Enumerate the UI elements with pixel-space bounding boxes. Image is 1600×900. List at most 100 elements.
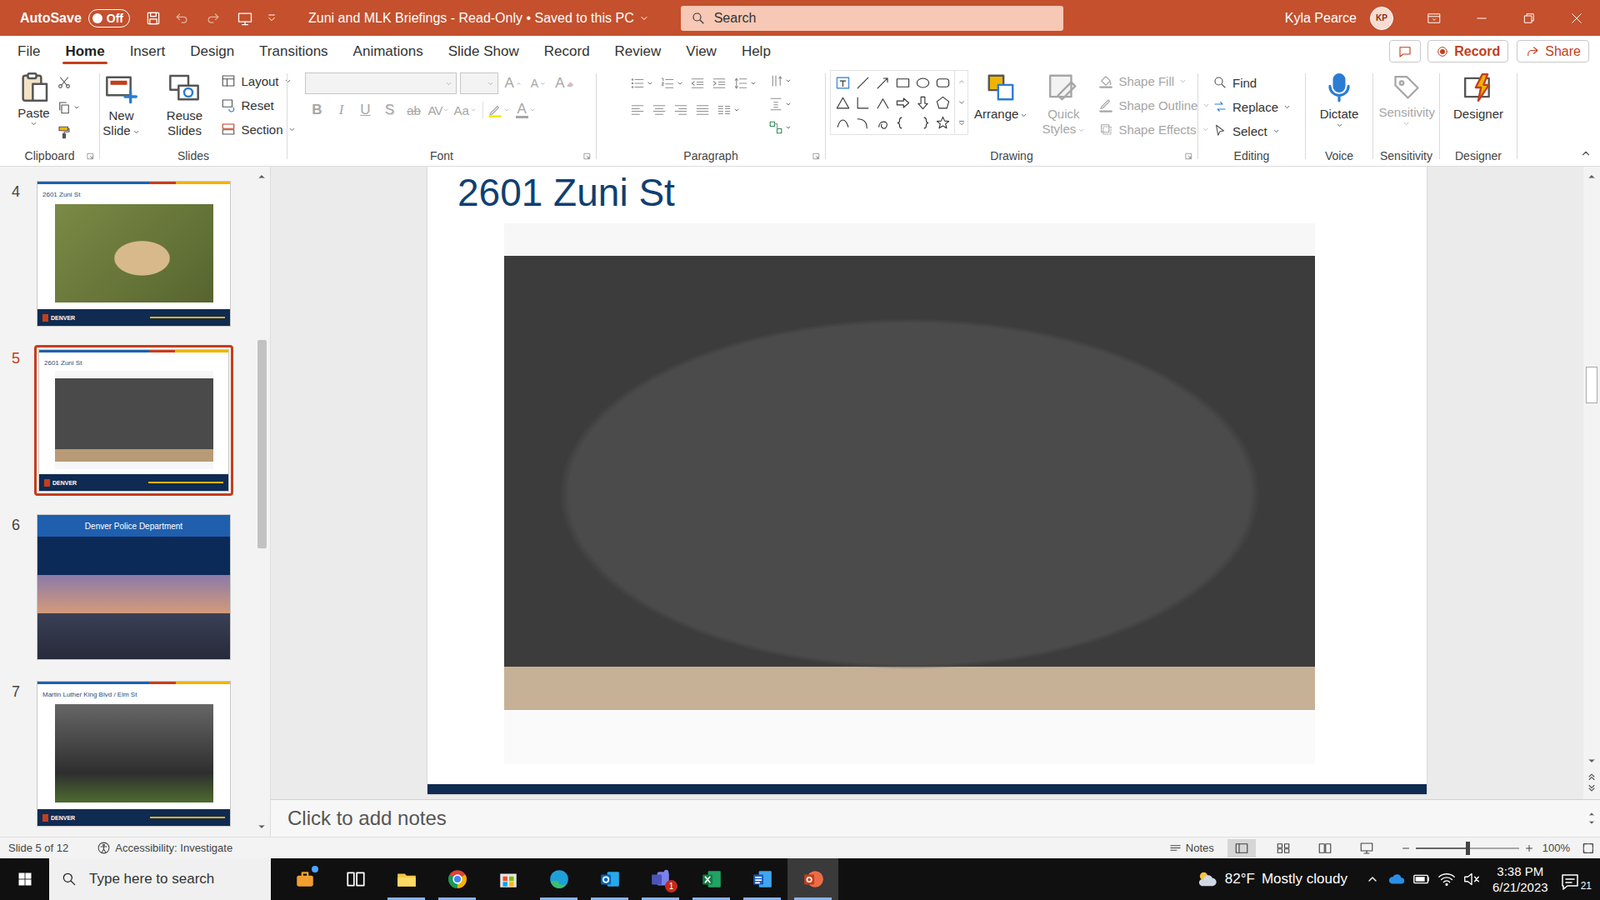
restore-button[interactable] bbox=[1505, 0, 1553, 36]
taskbar-app[interactable] bbox=[482, 858, 534, 900]
close-button[interactable] bbox=[1552, 0, 1600, 36]
taskbar-app[interactable] bbox=[685, 858, 737, 900]
undo-button[interactable] bbox=[173, 10, 190, 27]
shape-item[interactable] bbox=[912, 92, 933, 113]
align-left-button[interactable] bbox=[627, 99, 648, 121]
search-box[interactable] bbox=[680, 5, 1064, 31]
highlight-button[interactable] bbox=[487, 99, 510, 121]
reset-button[interactable]: Reset bbox=[220, 94, 295, 116]
shape-item[interactable] bbox=[832, 92, 853, 113]
shape-item[interactable] bbox=[892, 112, 913, 133]
thumbnail-scrollbar[interactable] bbox=[253, 166, 270, 837]
dictate-button[interactable]: Dictate bbox=[1317, 70, 1362, 131]
redo-button[interactable] bbox=[205, 10, 222, 27]
notification-center[interactable]: 21 bbox=[1560, 866, 1592, 892]
ribbon-tab[interactable]: Slide Show bbox=[435, 35, 532, 67]
font-size-box[interactable] bbox=[460, 72, 499, 95]
increase-indent-button[interactable] bbox=[709, 72, 730, 95]
shape-outline-button[interactable]: Shape Outline bbox=[1098, 94, 1210, 116]
zoom-slider[interactable] bbox=[1415, 847, 1520, 850]
notes-field[interactable]: Click to add notes bbox=[270, 806, 1584, 830]
designer-button[interactable]: Designer bbox=[1450, 70, 1506, 124]
view-button[interactable] bbox=[1269, 839, 1298, 858]
font-style-button[interactable]: I bbox=[329, 99, 353, 121]
font-style-button[interactable]: B bbox=[305, 99, 329, 121]
minimize-button[interactable] bbox=[1457, 0, 1505, 36]
shape-item[interactable] bbox=[932, 112, 953, 133]
shape-item[interactable] bbox=[852, 112, 873, 133]
shape-item[interactable] bbox=[912, 112, 933, 133]
shape-item[interactable] bbox=[932, 72, 953, 93]
arrange-button[interactable]: Arrange bbox=[971, 70, 1030, 124]
ribbon-tab[interactable]: Home bbox=[52, 35, 117, 67]
new-slide-button[interactable]: New Slide bbox=[90, 70, 151, 140]
font-style-button[interactable]: U bbox=[353, 99, 377, 121]
previous-slide-button[interactable] bbox=[1585, 770, 1598, 783]
zoom-level[interactable]: 100% bbox=[1542, 841, 1570, 855]
slide-title[interactable]: 2601 Zuni St bbox=[457, 170, 675, 215]
dialog-launcher[interactable] bbox=[85, 151, 95, 161]
shape-item[interactable] bbox=[892, 92, 913, 113]
paste-button[interactable]: Paste bbox=[17, 70, 51, 128]
taskbar-app[interactable] bbox=[736, 858, 788, 900]
bullets-button[interactable] bbox=[627, 72, 656, 95]
justify-button[interactable] bbox=[692, 99, 713, 121]
taskbar-app[interactable] bbox=[584, 858, 635, 900]
ribbon-tab[interactable]: Record bbox=[531, 35, 603, 67]
avatar[interactable]: KP bbox=[1370, 6, 1394, 30]
numbering-button[interactable] bbox=[657, 72, 686, 95]
taskbar-app[interactable] bbox=[380, 858, 432, 900]
slide-thumbnail[interactable]: Denver Police Department bbox=[34, 511, 234, 663]
shape-item[interactable] bbox=[852, 72, 873, 93]
slide-scrollbar[interactable] bbox=[1583, 166, 1600, 800]
shape-item[interactable] bbox=[852, 92, 873, 113]
line-spacing-button[interactable] bbox=[730, 72, 760, 95]
gallery-down[interactable] bbox=[955, 91, 968, 113]
ribbon-tab[interactable]: Design bbox=[177, 35, 247, 67]
shape-item[interactable] bbox=[832, 72, 853, 93]
comments-button[interactable] bbox=[1389, 40, 1421, 63]
clock[interactable]: 3:38 PM6/21/2023 bbox=[1492, 863, 1549, 895]
start-button[interactable] bbox=[0, 858, 50, 900]
taskbar-app[interactable] bbox=[431, 858, 483, 900]
accessibility-button[interactable]: Accessibility: Investigate bbox=[96, 840, 233, 855]
cut-button[interactable] bbox=[54, 71, 83, 94]
taskbar-app[interactable] bbox=[787, 858, 839, 900]
ribbon-tab[interactable]: Insert bbox=[117, 35, 179, 67]
dialog-launcher[interactable] bbox=[1184, 151, 1194, 161]
collapse-ribbon-button[interactable] bbox=[1580, 147, 1600, 166]
align-right-button[interactable] bbox=[670, 99, 691, 121]
taskbar-app[interactable] bbox=[279, 858, 330, 900]
taskbar-search-input[interactable] bbox=[87, 870, 260, 889]
shape-item[interactable] bbox=[872, 92, 893, 113]
slide-thumbnail[interactable]: 2601 Zuni StDENVER bbox=[34, 178, 234, 330]
search-input[interactable] bbox=[712, 10, 1054, 27]
autosave-toggle[interactable]: Off bbox=[88, 9, 130, 28]
gallery-up[interactable] bbox=[955, 70, 968, 92]
notes-button[interactable]: Notes bbox=[1168, 840, 1215, 855]
slide-thumbnail[interactable]: 2601 Zuni StDENVER bbox=[34, 345, 234, 496]
tray-overflow[interactable] bbox=[1365, 872, 1380, 886]
view-button[interactable] bbox=[1310, 839, 1340, 858]
select-button[interactable]: Select bbox=[1212, 120, 1291, 142]
ribbon-tab[interactable]: File bbox=[5, 35, 53, 67]
shape-item[interactable] bbox=[932, 92, 953, 113]
text-direction-button[interactable] bbox=[765, 70, 795, 92]
ribbon-tab[interactable]: Review bbox=[602, 35, 675, 67]
dialog-launcher[interactable] bbox=[811, 151, 821, 161]
taskbar-search[interactable] bbox=[49, 858, 271, 900]
smartart-button[interactable] bbox=[765, 116, 795, 139]
find-button[interactable]: Find bbox=[1212, 71, 1291, 94]
shape-fill-button[interactable]: Shape Fill bbox=[1098, 70, 1210, 92]
taskbar-app[interactable] bbox=[330, 858, 381, 900]
ribbon-tab[interactable]: Animations bbox=[340, 35, 436, 67]
title-menu-button[interactable] bbox=[639, 13, 650, 24]
font-style-button[interactable]: ab bbox=[401, 99, 425, 121]
record-button[interactable]: Record bbox=[1427, 40, 1509, 63]
quick-styles-button[interactable]: Quick Styles bbox=[1033, 70, 1094, 139]
section-button[interactable]: Section bbox=[220, 118, 295, 140]
save-button[interactable] bbox=[145, 10, 162, 27]
slide-photo[interactable] bbox=[504, 223, 1315, 765]
sensitivity-button[interactable]: Sensitivity bbox=[1376, 70, 1437, 130]
shape-effects-button[interactable]: Shape Effects bbox=[1098, 118, 1210, 140]
